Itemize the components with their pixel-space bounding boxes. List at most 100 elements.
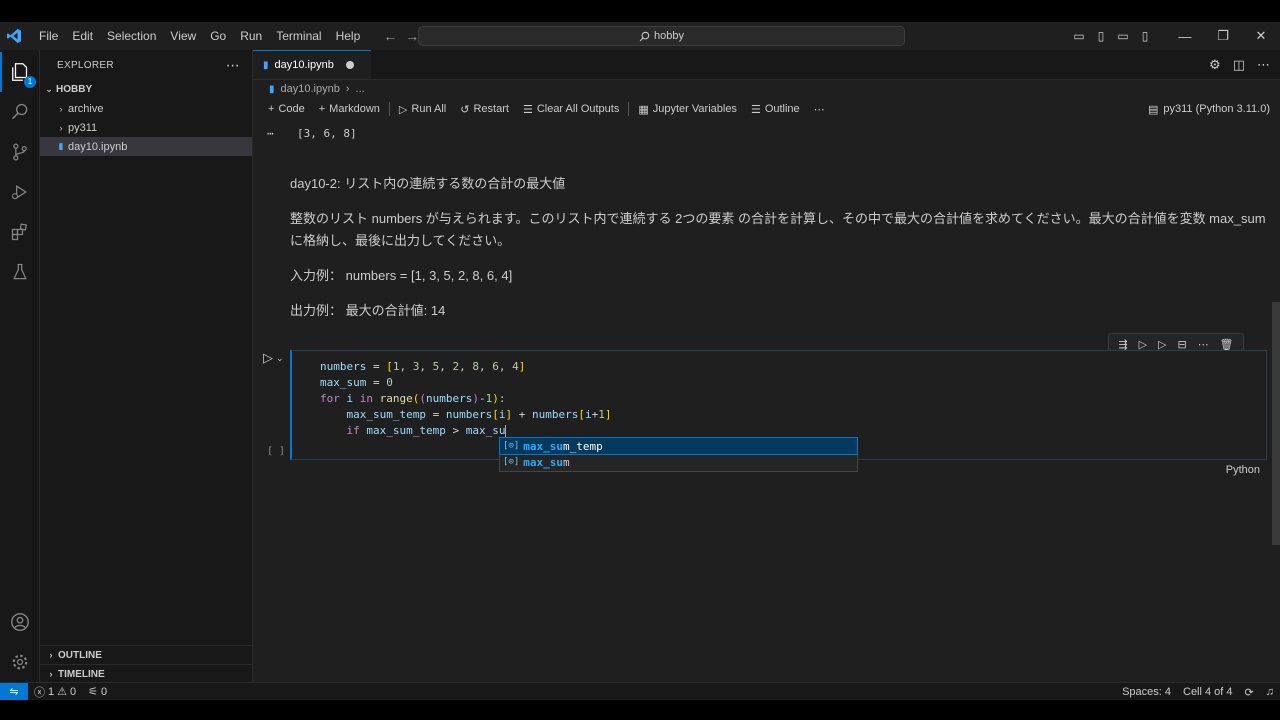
add-markdown-cell-button[interactable]: + Markdown bbox=[312, 103, 387, 115]
ports-indicator[interactable]: ⚟ 0 bbox=[82, 685, 113, 699]
split-cell-icon[interactable]: ⊟ bbox=[1177, 338, 1186, 351]
delete-cell-icon[interactable]: 🗑 bbox=[1220, 338, 1234, 351]
editor-scrollbar[interactable] bbox=[1272, 302, 1280, 545]
run-cell-icon: ▷ bbox=[263, 350, 273, 365]
clear-outputs-label: Clear All Outputs bbox=[536, 103, 620, 115]
more-icon: ⋯ bbox=[813, 103, 825, 116]
breadcrumb-file[interactable]: day10.ipynb bbox=[281, 83, 340, 95]
notebook-file-icon: ▮ bbox=[58, 141, 64, 151]
restart-button[interactable]: ↺ Restart bbox=[453, 103, 516, 116]
outline-label: OUTLINE bbox=[58, 649, 102, 661]
explorer-title: EXPLORER bbox=[57, 59, 114, 71]
tree-item-label: py311 bbox=[68, 121, 98, 134]
notebook-file-icon: ▮ bbox=[263, 59, 269, 71]
suggestion-max-sum-temp[interactable]: [⊙] max_sum_temp bbox=[499, 437, 858, 455]
source-control-icon[interactable] bbox=[0, 132, 40, 172]
breadcrumb: ▮ day10.ipynb › ... bbox=[253, 80, 1280, 98]
close-icon[interactable]: ✕ bbox=[1242, 28, 1280, 44]
warning-count: 0 bbox=[70, 685, 77, 698]
notifications-sync-icon[interactable]: ⟳ bbox=[1239, 686, 1260, 699]
search-view-icon[interactable] bbox=[0, 92, 40, 132]
outline-section[interactable]: › OUTLINE bbox=[40, 645, 253, 664]
cell-language-label[interactable]: Python bbox=[1226, 464, 1260, 476]
cell-indicator[interactable]: Cell 4 of 4 bbox=[1177, 686, 1239, 698]
editor-area: ▮ day10.ipynb ⚙ ◫ ⋯ ▮ day10.ipynb › ... … bbox=[253, 50, 1280, 682]
run-options-chevron-icon[interactable]: ⌄ bbox=[276, 353, 284, 364]
run-all-label: Run All bbox=[411, 103, 447, 115]
testing-flask-icon[interactable] bbox=[0, 252, 40, 292]
output-more-icon[interactable]: ⋯ bbox=[253, 127, 289, 140]
letterbox-top bbox=[0, 0, 1280, 22]
more-actions-icon[interactable]: ⋯ bbox=[226, 57, 240, 74]
add-code-cell-button[interactable]: + Code bbox=[261, 103, 312, 115]
clear-outputs-button[interactable]: ☰ Clear All Outputs bbox=[516, 103, 626, 116]
indentation-indicator[interactable]: Spaces: 4 bbox=[1116, 686, 1177, 698]
run-all-button[interactable]: ▷ Run All bbox=[392, 103, 453, 116]
menu-edit[interactable]: Edit bbox=[65, 22, 100, 50]
explorer-header: EXPLORER ⋯ bbox=[40, 50, 252, 80]
settings-gear-icon[interactable] bbox=[0, 642, 40, 682]
workspace-root[interactable]: ⌄ HOBBY bbox=[40, 80, 252, 99]
toolbar-divider bbox=[628, 102, 630, 116]
kernel-picker[interactable]: ▤ py311 (Python 3.11.0) bbox=[1148, 98, 1270, 120]
breadcrumb-more[interactable]: ... bbox=[356, 83, 365, 95]
text-cursor bbox=[505, 424, 507, 438]
run-cell-button[interactable]: ▷ ⌄ bbox=[263, 350, 284, 366]
chevron-down-icon: ⌄ bbox=[45, 84, 53, 94]
tab-actions: ⚙ ◫ ⋯ bbox=[1209, 50, 1270, 80]
outline-button[interactable]: ☰ Outline bbox=[744, 103, 807, 116]
toggle-panel-icon[interactable]: ▭ bbox=[1112, 29, 1134, 43]
execute-below-icon[interactable]: ▷ bbox=[1158, 338, 1166, 351]
minimize-icon[interactable]: — bbox=[1166, 29, 1204, 44]
customize-layout-icon[interactable]: ▭ bbox=[1068, 29, 1090, 43]
menu-help[interactable]: Help bbox=[329, 22, 368, 50]
explorer-icon[interactable]: 1 bbox=[0, 52, 40, 92]
toggle-secondary-sidebar-icon[interactable]: ▯ bbox=[1134, 29, 1156, 43]
tree-item-archive[interactable]: › archive bbox=[40, 99, 252, 118]
menu-selection[interactable]: Selection bbox=[100, 22, 163, 50]
timeline-label: TIMELINE bbox=[58, 668, 105, 680]
notebook-settings-gear-icon[interactable]: ⚙ bbox=[1209, 57, 1221, 73]
toolbar-more-button[interactable]: ⋯ bbox=[807, 103, 832, 116]
remote-indicator-icon[interactable]: ⇋ bbox=[0, 682, 28, 701]
back-arrow-icon[interactable]: ← bbox=[383, 28, 397, 44]
unsaved-dot-icon[interactable] bbox=[345, 61, 354, 69]
breadcrumb-separator-icon: › bbox=[345, 83, 350, 95]
cell-more-icon[interactable]: ⋯ bbox=[1198, 338, 1209, 351]
feedback-icon[interactable]: ♫ bbox=[1260, 686, 1280, 698]
search-icon bbox=[639, 31, 650, 41]
variable-symbol-icon: [⊙] bbox=[503, 457, 520, 467]
output-text: [3, 6, 8] bbox=[297, 126, 357, 140]
account-icon[interactable] bbox=[0, 602, 40, 642]
split-editor-icon[interactable]: ◫ bbox=[1233, 57, 1245, 73]
command-center-search[interactable]: hobby bbox=[418, 26, 905, 46]
toggle-sidebar-icon[interactable]: ▯ bbox=[1090, 29, 1112, 43]
menu-run[interactable]: Run bbox=[233, 22, 269, 50]
menu-view[interactable]: View bbox=[163, 22, 203, 50]
error-icon: ⓧ bbox=[34, 686, 45, 699]
execute-above-icon[interactable]: ▷ bbox=[1139, 338, 1147, 351]
notebook-file-icon: ▮ bbox=[269, 83, 275, 95]
code-editor[interactable]: numbers = [1, 3, 5, 2, 8, 6, 4] max_sum … bbox=[320, 359, 611, 439]
problems-indicator[interactable]: ⓧ 1 ⚠ 0 bbox=[28, 684, 82, 700]
tab-day10-ipynb[interactable]: ▮ day10.ipynb bbox=[253, 50, 371, 79]
run-by-line-icon[interactable]: ⇶ bbox=[1118, 338, 1127, 351]
run-debug-icon[interactable] bbox=[0, 172, 40, 212]
extensions-icon[interactable] bbox=[0, 212, 40, 252]
cell-output: ⋯ [3, 6, 8] bbox=[253, 124, 357, 142]
more-actions-icon[interactable]: ⋯ bbox=[1257, 57, 1270, 73]
timeline-section[interactable]: › TIMELINE bbox=[40, 664, 253, 683]
menu-terminal[interactable]: Terminal bbox=[269, 22, 328, 50]
restore-icon[interactable]: ❐ bbox=[1204, 28, 1242, 44]
variables-icon: ▦ bbox=[638, 103, 649, 116]
menu-file[interactable]: File bbox=[32, 22, 65, 50]
workspace-root-label: HOBBY bbox=[56, 84, 93, 95]
markdown-paragraph: 整数のリスト numbers が与えられます。このリスト内で連続する 2つの要素… bbox=[290, 211, 1266, 248]
tree-item-py311[interactable]: › py311 bbox=[40, 118, 252, 137]
jupyter-variables-button[interactable]: ▦ Jupyter Variables bbox=[631, 103, 744, 116]
menu-go[interactable]: Go bbox=[203, 22, 233, 50]
title-bar: File Edit Selection View Go Run Terminal… bbox=[0, 22, 1280, 50]
suggestion-max-sum[interactable]: [⊙] max_sum bbox=[500, 454, 857, 470]
add-code-label: Code bbox=[278, 103, 305, 115]
tree-item-day10[interactable]: ▮ day10.ipynb bbox=[40, 137, 252, 156]
